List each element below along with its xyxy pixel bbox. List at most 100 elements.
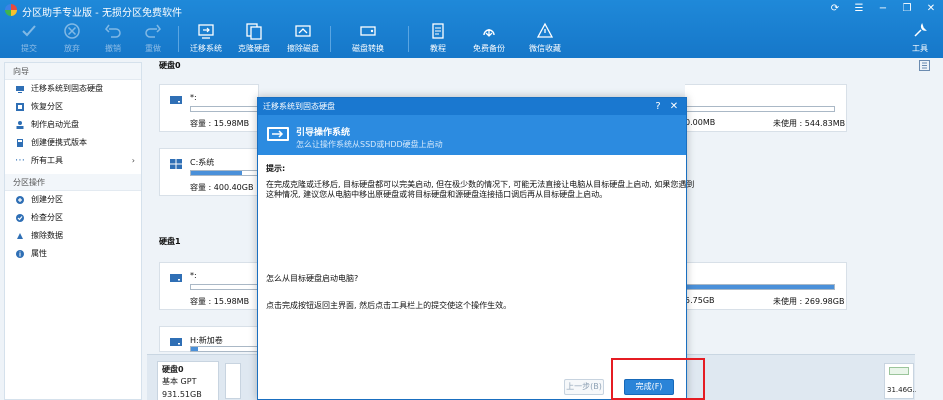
sidebar-item-check-partition[interactable]: 检查分区 bbox=[5, 209, 141, 227]
partition-capacity: 容量 : 15.98MB bbox=[190, 119, 250, 128]
sidebar-item-properties[interactable]: 属性 bbox=[5, 245, 141, 263]
disk-convert-button[interactable]: 磁盘转换 bbox=[345, 22, 391, 56]
close-icon[interactable]: ✕ bbox=[925, 3, 937, 15]
sidebar-item-all-tools[interactable]: ⋯ 所有工具 › bbox=[5, 152, 141, 170]
wrench-icon bbox=[914, 22, 927, 37]
sidebar-item-migrate-ssd[interactable]: 迁移系统到固态硬盘 bbox=[5, 80, 141, 98]
sidebar-item-create-partition[interactable]: 创建分区 bbox=[5, 191, 141, 209]
sidebar-item-portable[interactable]: 创建便携式版本 bbox=[5, 134, 141, 152]
partition-free: 未使用 : 544.83MB bbox=[773, 119, 846, 128]
disk-summary-box[interactable]: 硬盘0 基本 GPT 931.51GB bbox=[157, 361, 219, 400]
tutorial-label: 教程 bbox=[430, 44, 446, 53]
drive-icon bbox=[170, 338, 182, 346]
disk0-partition-c[interactable]: C:系统 容量 : 400.40GB bbox=[159, 148, 260, 196]
partition-capacity: 容量 : 15.98MB bbox=[190, 297, 250, 306]
recover-icon bbox=[16, 103, 24, 111]
disk1-label: 硬盘1 bbox=[159, 237, 181, 246]
tip-line-1: 在完成克隆或迁移后, 目标硬盘都可以完美启动, 但在极少数的情况下, 可能无法直… bbox=[266, 180, 695, 189]
submit-button[interactable]: 提交 bbox=[6, 22, 52, 56]
usage-bar bbox=[889, 367, 909, 375]
migrate-os-button[interactable]: 迁移系统 bbox=[183, 22, 229, 56]
disk-summary-type: 基本 GPT bbox=[162, 377, 197, 386]
disk0-partition-2[interactable]: 0.00MB 未使用 : 544.83MB bbox=[685, 84, 847, 132]
previous-button[interactable]: 上一步(B) bbox=[564, 379, 604, 395]
wechat-icon bbox=[536, 22, 554, 38]
maximize-icon[interactable]: ❐ bbox=[901, 3, 913, 15]
undo-icon bbox=[105, 24, 121, 38]
help-icon[interactable]: ? bbox=[652, 98, 664, 115]
sidebar-item-label: 属性 bbox=[31, 249, 47, 258]
drive-icon bbox=[170, 274, 182, 282]
sidebar-item-wipe-data[interactable]: 擦除数据 bbox=[5, 227, 141, 245]
toolbar-separator bbox=[330, 26, 331, 52]
sidebar-item-label: 擦除数据 bbox=[31, 231, 63, 240]
tip-line-2: 这种情况, 建议您从电脑中移出原硬盘或将目标硬盘和源硬盘连接插口调后再从目标硬盘… bbox=[266, 190, 608, 199]
usage-bar bbox=[190, 284, 260, 290]
right-rail bbox=[916, 58, 943, 400]
dialog-close-icon[interactable]: ✕ bbox=[668, 98, 680, 115]
sidebar-item-label: 创建分区 bbox=[31, 195, 63, 204]
wipe-disk-label: 擦除磁盘 bbox=[287, 44, 319, 53]
usage-bar bbox=[190, 106, 260, 112]
sidebar-item-label: 检查分区 bbox=[31, 213, 63, 222]
dialog-title: 迁移系统到固态硬盘 bbox=[263, 102, 335, 111]
disk-convert-label: 磁盘转换 bbox=[352, 44, 384, 53]
chevron-right-icon: › bbox=[131, 156, 135, 165]
migrate-os-dialog: 迁移系统到固态硬盘 ? ✕ 引导操作系统 怎么让操作系统从SSD或HDD硬盘上启… bbox=[257, 97, 694, 400]
view-toggle-icon[interactable] bbox=[919, 60, 930, 71]
finish-button[interactable]: 完成(F) bbox=[624, 379, 674, 395]
boot-drive-icon bbox=[267, 127, 289, 141]
title-bar: 分区助手专业版 - 无损分区免费软件 ⟳ ☰ − ❐ ✕ bbox=[0, 0, 943, 20]
dialog-subheading: 怎么让操作系统从SSD或HDD硬盘上启动 bbox=[296, 140, 443, 149]
toolbar: 提交 放弃 撤销 重做 迁移系统 克隆硬盘 擦除磁盘 磁盘转换 教程 免费备份 … bbox=[0, 20, 943, 58]
drive-icon bbox=[170, 96, 182, 104]
disk0-label: 硬盘0 bbox=[159, 61, 181, 70]
overview-partition-block[interactable]: 31.46G... bbox=[884, 363, 919, 399]
free-backup-button[interactable]: 免费备份 bbox=[466, 22, 512, 56]
wizard-header: 向导 bbox=[5, 63, 141, 80]
wipe-data-icon bbox=[17, 233, 23, 239]
wipe-disk-icon bbox=[295, 25, 311, 37]
submit-label: 提交 bbox=[21, 44, 37, 53]
disk1-partition-2[interactable]: 5.75GB 未使用 : 269.98GB bbox=[685, 262, 847, 310]
windows-icon bbox=[170, 159, 182, 169]
sidebar-item-label: 恢复分区 bbox=[31, 102, 63, 111]
sidebar-item-label: 所有工具 bbox=[31, 156, 63, 165]
sidebar-item-boot-disc[interactable]: 制作启动光盘 bbox=[5, 116, 141, 134]
window-controls: ⟳ ☰ − ❐ ✕ bbox=[829, 3, 937, 15]
tutorial-button[interactable]: 教程 bbox=[415, 22, 461, 56]
refresh-icon[interactable]: ⟳ bbox=[829, 3, 841, 15]
disk1-partition-1[interactable]: *: 容量 : 15.98MB bbox=[159, 262, 260, 310]
migrate-icon bbox=[16, 86, 24, 93]
tools-button[interactable]: 工具 bbox=[898, 22, 942, 56]
partition-free: 未使用 : 269.98GB bbox=[773, 297, 845, 306]
partition-capacity: 0.00MB bbox=[685, 118, 716, 127]
usage-bar bbox=[190, 346, 260, 352]
clone-disk-button[interactable]: 克隆硬盘 bbox=[231, 22, 277, 56]
portable-icon bbox=[17, 139, 23, 147]
check-icon bbox=[22, 25, 36, 37]
discard-button[interactable]: 放弃 bbox=[49, 22, 95, 56]
wipe-disk-button[interactable]: 擦除磁盘 bbox=[280, 22, 326, 56]
discard-label: 放弃 bbox=[64, 44, 80, 53]
discard-icon bbox=[64, 23, 80, 39]
disk-summary-name: 硬盘0 bbox=[162, 365, 184, 374]
howto-label: 怎么从目标硬盘启动电脑? bbox=[266, 274, 359, 283]
check-partition-icon bbox=[16, 214, 24, 222]
menu-icon[interactable]: ☰ bbox=[853, 3, 865, 15]
migrate-os-icon bbox=[198, 24, 214, 39]
wechat-button[interactable]: 微信收藏 bbox=[522, 22, 568, 56]
tip-label: 提示: bbox=[266, 164, 286, 173]
disk1-partition-h[interactable]: H:新加卷 bbox=[159, 326, 260, 352]
disk0-partition-1[interactable]: *: 容量 : 15.98MB bbox=[159, 84, 260, 132]
sidebar-item-recover-partition[interactable]: 恢复分区 bbox=[5, 98, 141, 116]
usage-bar bbox=[685, 284, 835, 290]
overview-partition-block[interactable] bbox=[225, 363, 241, 399]
minimize-icon[interactable]: − bbox=[877, 3, 889, 15]
redo-button[interactable]: 重做 bbox=[130, 22, 176, 56]
disk-summary-size: 931.51GB bbox=[162, 390, 202, 399]
usage-bar bbox=[190, 170, 260, 176]
tools-label: 工具 bbox=[912, 44, 928, 53]
free-backup-label: 免费备份 bbox=[473, 44, 505, 53]
disk-convert-icon bbox=[360, 26, 376, 36]
